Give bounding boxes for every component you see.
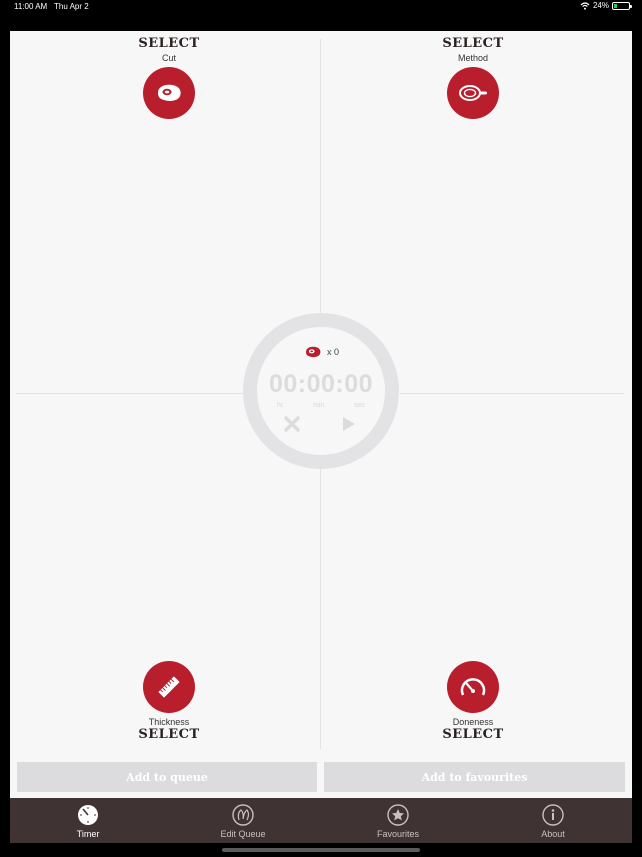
status-right: 24% (580, 1, 632, 10)
play-icon (343, 417, 355, 431)
unit-min: min (313, 402, 325, 409)
action-buttons: Add to queue Add to favourites (10, 757, 632, 799)
status-bar: 11:00 AM Thu Apr 2 24% (0, 0, 642, 14)
method-selector[interactable]: SELECT Method (393, 36, 553, 123)
thickness-button[interactable] (143, 661, 195, 713)
tab-favourites[interactable]: Favourites (358, 804, 438, 839)
tab-timer[interactable]: Timer (48, 804, 128, 839)
info-icon (542, 804, 564, 826)
app-frame: SELECT Cut SELECT Method x 0 00:00:00 hr… (10, 31, 632, 843)
star-icon (387, 804, 409, 826)
cut-selector[interactable]: SELECT Cut (89, 36, 249, 123)
tab-edit-queue-label: Edit Queue (220, 829, 266, 839)
battery-level (614, 3, 617, 8)
method-label: Method (457, 53, 489, 63)
steak-icon (158, 84, 181, 101)
start-button[interactable] (339, 415, 357, 438)
steak-icon (305, 346, 321, 358)
status-date: Thu Apr 2 (54, 2, 89, 11)
tab-timer-label: Timer (76, 829, 100, 839)
ruler-icon (158, 676, 180, 698)
unit-hr: hr (277, 402, 284, 409)
cancel-button[interactable] (283, 415, 301, 438)
count-label: x 0 (326, 347, 339, 357)
divider-horizontal-left (16, 393, 244, 394)
tab-about[interactable]: About (513, 804, 593, 839)
tab-about-label: About (541, 829, 565, 839)
cut-label: Cut (161, 53, 176, 63)
doneness-label: Doneness (452, 717, 494, 727)
queue-icon (232, 804, 254, 826)
doneness-select-label: SELECT (442, 727, 504, 742)
status-time: 11:00 AM (14, 2, 48, 11)
timer-face: x 0 00:00:00 hr min sec (257, 327, 385, 455)
battery-charging-icon (612, 1, 632, 10)
pan-icon (459, 85, 487, 101)
doneness-selector[interactable]: Doneness SELECT (393, 657, 553, 742)
home-indicator (222, 848, 420, 852)
close-icon (284, 416, 300, 432)
method-button[interactable] (447, 67, 499, 119)
thickness-selector[interactable]: Thickness SELECT (89, 657, 249, 742)
cut-button[interactable] (143, 67, 195, 119)
unit-sec: sec (354, 402, 365, 409)
add-to-queue-button[interactable]: Add to queue (17, 762, 317, 792)
meat-count: x 0 (257, 345, 385, 359)
battery-percent: 24% (592, 1, 609, 10)
add-to-favourites-button[interactable]: Add to favourites (324, 762, 625, 792)
timer-display: 00:00:00 (268, 370, 374, 398)
gauge-icon (460, 678, 486, 696)
wifi-icon (580, 1, 590, 10)
cut-select-label: SELECT (138, 36, 200, 51)
thickness-select-label: SELECT (138, 727, 200, 742)
timer-dial: x 0 00:00:00 hr min sec (243, 313, 399, 469)
tab-edit-queue[interactable]: Edit Queue (203, 804, 283, 839)
selection-area: SELECT Cut SELECT Method x 0 00:00:00 hr… (10, 31, 632, 757)
timer-units: hr min sec (271, 402, 371, 409)
timer-icon (78, 805, 98, 825)
doneness-button[interactable] (447, 661, 499, 713)
thickness-label: Thickness (148, 717, 190, 727)
tab-favourites-label: Favourites (376, 829, 420, 839)
divider-horizontal-right (400, 393, 624, 394)
method-select-label: SELECT (442, 36, 504, 51)
tab-bar: Timer Edit Queue Favourites About (10, 798, 632, 843)
